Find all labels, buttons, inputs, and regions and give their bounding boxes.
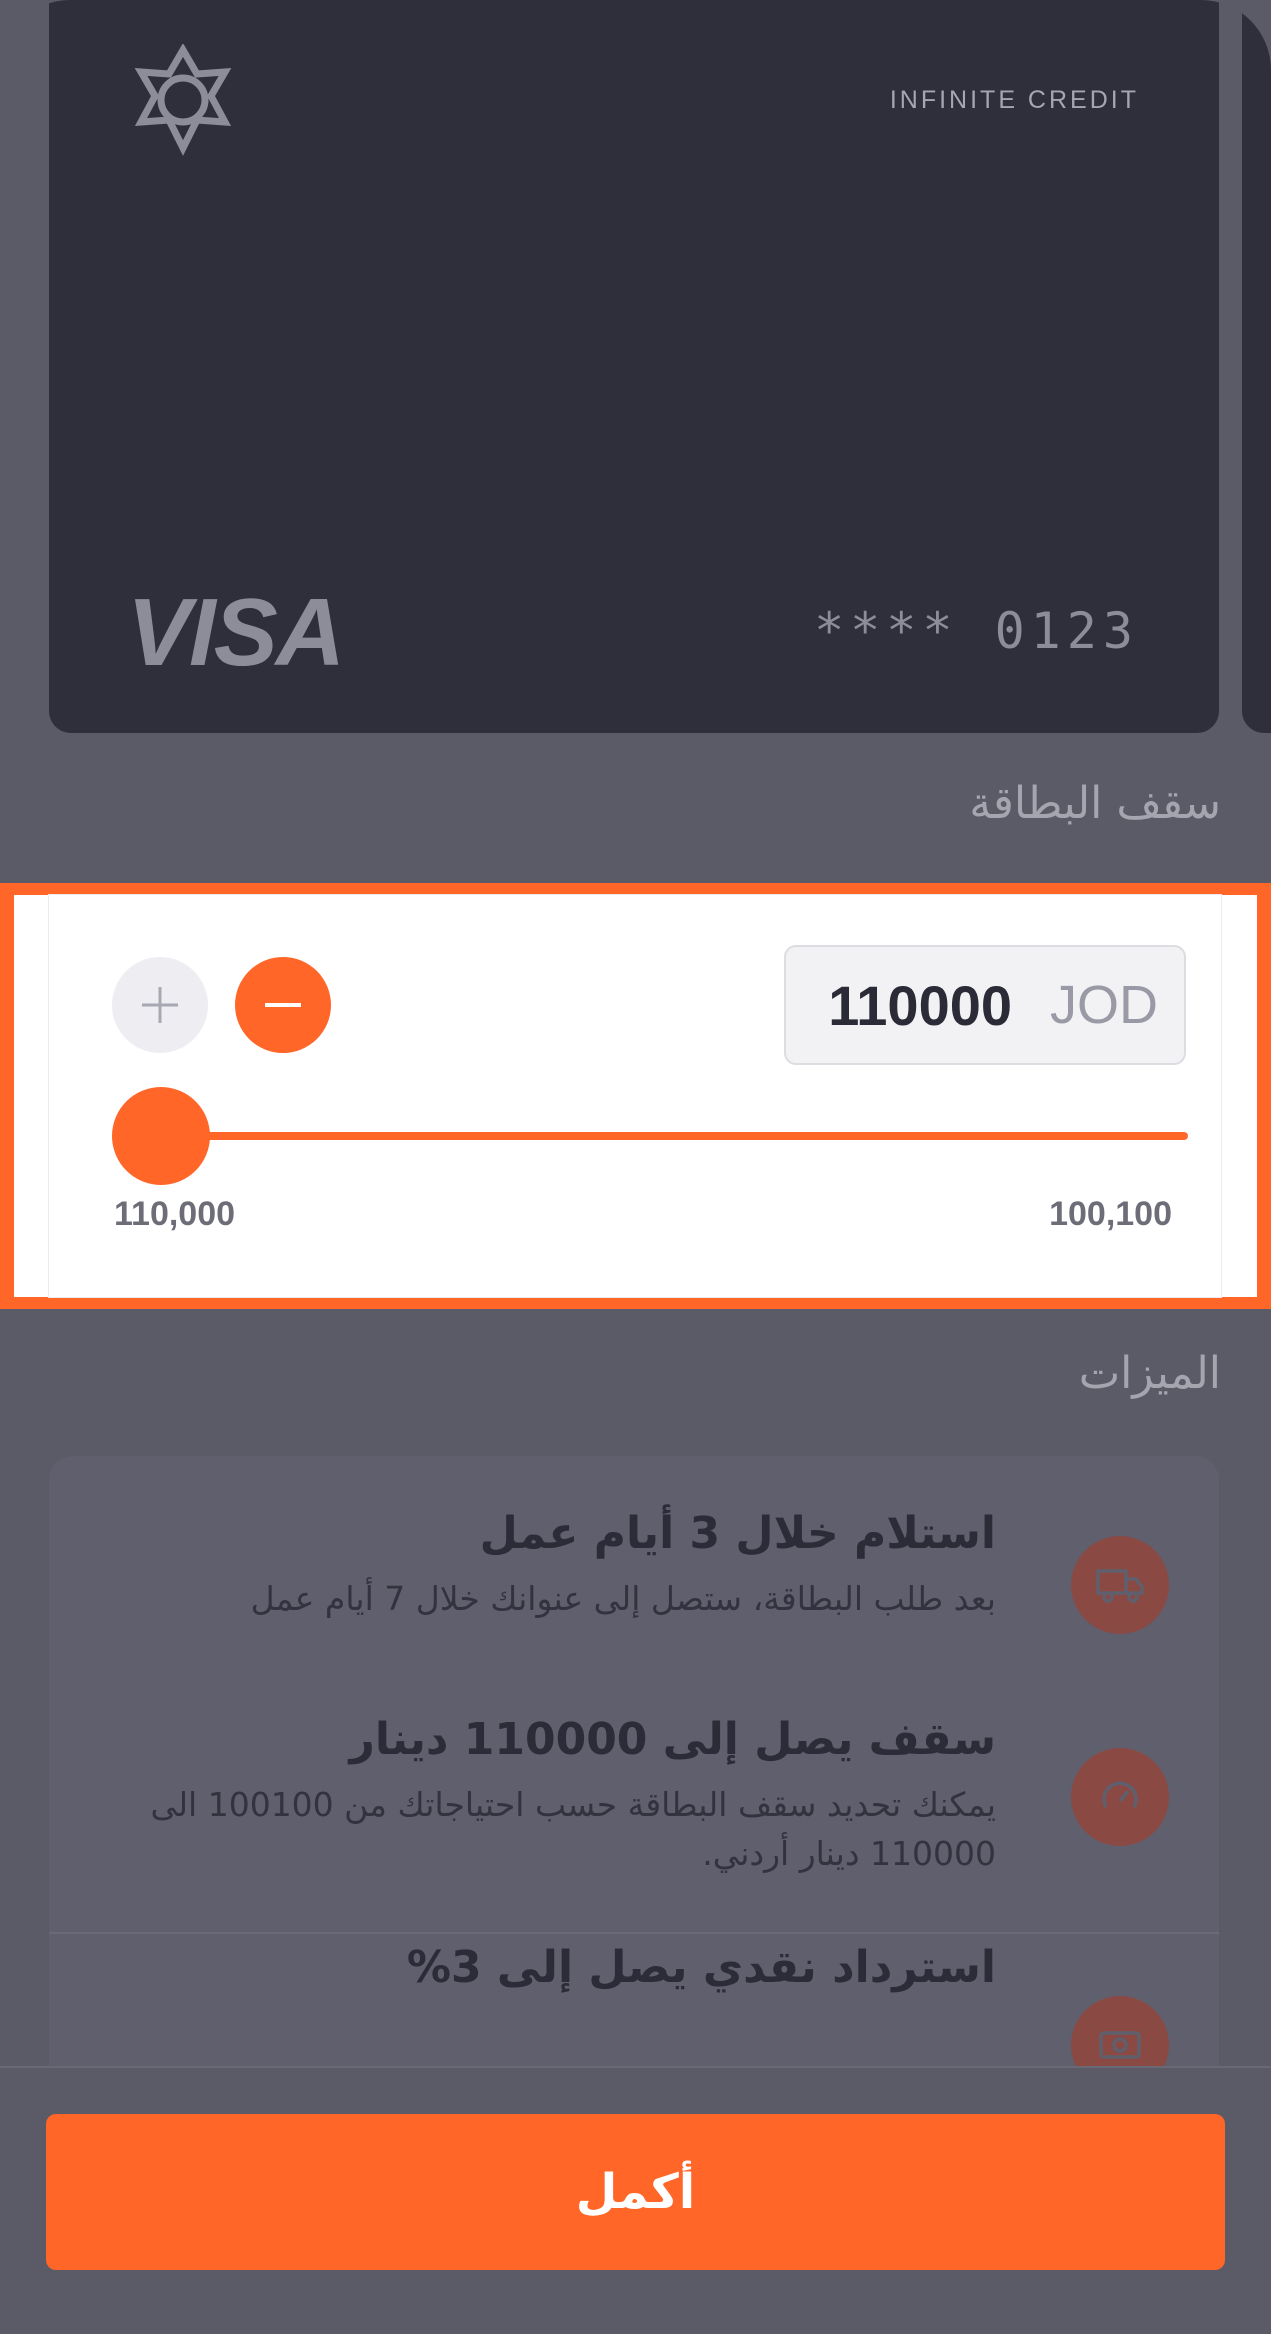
- truck-icon: [1071, 1536, 1169, 1634]
- gauge-icon: [1071, 1748, 1169, 1846]
- slider-thumb[interactable]: [112, 1087, 210, 1185]
- bank-logo-icon: [134, 44, 232, 156]
- range-max-label: 100,100: [1049, 1195, 1172, 1233]
- currency-label: JOD: [1050, 975, 1158, 1035]
- feature-desc: يمكنك تحديد سقف البطاقة حسب احتياجاتك من…: [150, 1785, 996, 1873]
- decrease-button[interactable]: [235, 957, 331, 1053]
- slider-track[interactable]: [158, 1132, 1188, 1140]
- features-section-title: الميزات: [1078, 1348, 1221, 1399]
- range-min-label: 110,000: [114, 1195, 236, 1233]
- continue-button[interactable]: أكمل: [46, 2114, 1225, 2270]
- bottom-bar: أكمل: [0, 2066, 1271, 2334]
- feature-title: استلام خلال 3 أيام عمل: [479, 1508, 996, 1559]
- limit-panel-inner: JOD 110000 110,000 100,100: [49, 895, 1221, 1297]
- feature-title: سقف يصل إلى 110000 دينار: [349, 1714, 997, 1765]
- minus-icon: [265, 1003, 301, 1007]
- amount-value: 110000: [828, 973, 1012, 1037]
- plus-icon: [142, 987, 178, 1023]
- card-tier: INFINITE CREDIT: [889, 86, 1139, 114]
- screen: INFINITE CREDIT VISA **** 0123 سقف البطا…: [0, 0, 1271, 2334]
- visa-logo: VISA: [127, 579, 345, 686]
- limit-highlight-frame: JOD 110000 110,000 100,100: [0, 883, 1271, 1309]
- feature-desc: بعد طلب البطاقة، ستصل إلى عنوانك خلال 7 …: [250, 1579, 996, 1618]
- limit-panel: JOD 110000 110,000 100,100: [14, 895, 1257, 1297]
- limit-section-title: سقف البطاقة: [969, 778, 1221, 829]
- increase-button[interactable]: [112, 957, 208, 1053]
- card-number: **** 0123: [814, 602, 1139, 660]
- amount-input[interactable]: JOD 110000: [784, 945, 1186, 1065]
- features-list: استلام خلال 3 أيام عمل بعد طلب البطاقة، …: [49, 1456, 1219, 2156]
- next-card-peek[interactable]: [1242, 0, 1271, 733]
- feature-title: استرداد نقدي يصل إلى 3%: [406, 1942, 996, 1993]
- credit-card[interactable]: INFINITE CREDIT VISA **** 0123: [49, 0, 1219, 733]
- divider: [49, 1932, 1219, 1934]
